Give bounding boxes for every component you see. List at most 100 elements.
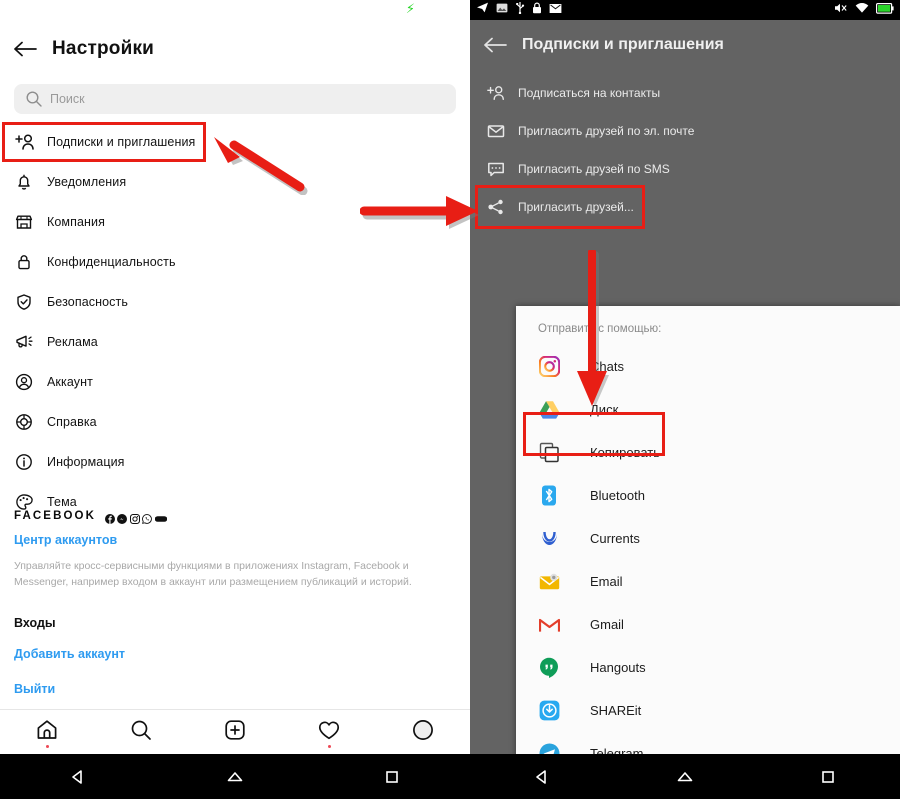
recents-square-icon[interactable] bbox=[757, 768, 900, 786]
sidebar-item-label: Конфиденциальность bbox=[47, 255, 176, 269]
share-item-label: SHAREit bbox=[590, 703, 642, 718]
share-item-gmail[interactable]: Gmail bbox=[516, 603, 900, 646]
sidebar-item-info[interactable]: Информация bbox=[0, 442, 470, 482]
sidebar-item-privacy[interactable]: Конфиденциальность bbox=[0, 242, 470, 282]
share-item-email[interactable]: Email bbox=[516, 560, 900, 603]
logout-link[interactable]: Выйти bbox=[14, 682, 454, 696]
add-person-icon bbox=[486, 83, 510, 103]
gmail-icon bbox=[538, 614, 560, 636]
share-item-currents[interactable]: Currents bbox=[516, 517, 900, 560]
home-badge-dot bbox=[45, 745, 49, 748]
page-title: Настройки bbox=[52, 38, 155, 59]
share-sheet-title: Отправить с помощью: bbox=[538, 323, 662, 335]
info-icon bbox=[14, 451, 40, 473]
accounts-center-link[interactable]: Центр аккаунтов bbox=[14, 533, 454, 547]
share-sheet-dialog: Отправить с помощью: Chats Диск Копирова… bbox=[516, 306, 900, 758]
store-icon bbox=[14, 211, 40, 233]
back-arrow-icon[interactable] bbox=[0, 41, 52, 57]
share-item-shareit[interactable]: SHAREit bbox=[516, 689, 900, 732]
menu-item-invite-friends-share[interactable]: Пригласить друзей... bbox=[470, 188, 900, 226]
share-item-label: Chats bbox=[590, 359, 624, 374]
share-item-copy[interactable]: Копировать bbox=[516, 431, 900, 474]
sidebar-item-company[interactable]: Компания bbox=[0, 202, 470, 242]
share-item-label: Gmail bbox=[590, 617, 624, 632]
right-header: Подписки и приглашения bbox=[470, 20, 900, 70]
page-title: Подписки и приглашения bbox=[522, 36, 724, 53]
back-triangle-icon[interactable] bbox=[0, 768, 157, 786]
nav-create-button[interactable] bbox=[188, 710, 282, 754]
heart-icon bbox=[317, 718, 341, 747]
email-icon bbox=[538, 571, 560, 593]
share-item-label: Currents bbox=[590, 531, 640, 546]
account-circle-icon bbox=[14, 371, 40, 393]
left-header: Настройки bbox=[0, 22, 470, 76]
bolt-icon: ⚡ bbox=[405, 1, 415, 16]
sidebar-item-notifications[interactable]: Уведомления bbox=[0, 162, 470, 202]
lifebuoy-icon bbox=[14, 411, 40, 433]
sidebar-item-account[interactable]: Аккаунт bbox=[0, 362, 470, 402]
nav-activity-button[interactable] bbox=[282, 710, 376, 754]
nav-home-button[interactable] bbox=[0, 710, 94, 754]
oculus-icon bbox=[154, 511, 168, 522]
home-pentagon-icon[interactable] bbox=[157, 768, 314, 786]
menu-item-label: Пригласить друзей... bbox=[518, 200, 634, 214]
instagram-icon bbox=[538, 356, 560, 378]
add-account-link[interactable]: Добавить аккаунт bbox=[14, 647, 454, 661]
copy-icon bbox=[538, 442, 560, 464]
home-icon bbox=[35, 718, 59, 747]
back-triangle-icon[interactable] bbox=[470, 768, 613, 786]
back-arrow-icon[interactable] bbox=[470, 37, 522, 53]
menu-item-label: Пригласить друзей по эл. почте bbox=[518, 124, 695, 138]
home-pentagon-icon[interactable] bbox=[613, 768, 756, 786]
lock-icon bbox=[14, 251, 40, 273]
menu-item-label: Пригласить друзей по SMS bbox=[518, 162, 670, 176]
sidebar-item-security[interactable]: Безопасность bbox=[0, 282, 470, 322]
search-placeholder: Поиск bbox=[50, 92, 85, 106]
megaphone-icon bbox=[14, 331, 40, 353]
menu-item-invite-email[interactable]: Пригласить друзей по эл. почте bbox=[470, 112, 900, 150]
share-icon bbox=[486, 197, 510, 217]
whatsapp-icon bbox=[142, 511, 153, 524]
share-item-drive[interactable]: Диск bbox=[516, 388, 900, 431]
menu-item-label: Подписаться на контакты bbox=[518, 86, 661, 100]
facebook-heading: FACEBOOK bbox=[14, 510, 96, 522]
shareit-icon bbox=[538, 700, 560, 722]
search-field[interactable]: Поиск bbox=[14, 84, 456, 114]
sidebar-item-label: Справка bbox=[47, 415, 97, 429]
sms-bubble-icon bbox=[486, 159, 510, 179]
hangouts-icon bbox=[538, 657, 560, 679]
sidebar-item-label: Уведомления bbox=[47, 175, 127, 189]
left-status-bar: ⚡ bbox=[0, 0, 470, 22]
currents-icon bbox=[538, 528, 560, 550]
share-item-bluetooth[interactable]: Bluetooth bbox=[516, 474, 900, 517]
share-item-label: Email bbox=[590, 574, 623, 589]
right-status-bar bbox=[470, 0, 900, 20]
share-item-hangouts[interactable]: Hangouts bbox=[516, 646, 900, 689]
sidebar-item-label: Аккаунт bbox=[47, 375, 93, 389]
nav-search-button[interactable] bbox=[94, 710, 188, 754]
facebook-description: Управляйте кросс-сервисными функциями в … bbox=[14, 560, 412, 588]
recents-square-icon[interactable] bbox=[313, 768, 470, 786]
menu-item-invite-sms[interactable]: Пригласить друзей по SMS bbox=[470, 150, 900, 188]
sidebar-item-label: Компания bbox=[47, 215, 106, 229]
envelope-icon bbox=[486, 121, 510, 141]
bluetooth-icon bbox=[538, 485, 560, 507]
sidebar-item-help[interactable]: Справка bbox=[0, 402, 470, 442]
mail-icon bbox=[549, 1, 562, 19]
sidebar-item-label: Безопасность bbox=[47, 295, 128, 309]
menu-item-follow-contacts[interactable]: Подписаться на контакты bbox=[470, 74, 900, 112]
nav-profile-button[interactable] bbox=[376, 710, 470, 754]
battery-icon bbox=[876, 1, 894, 19]
facebook-section: FACEBOOK Центр аккаунтов Управляйте крос… bbox=[14, 510, 454, 696]
logins-heading: Входы bbox=[14, 616, 56, 630]
shield-check-icon bbox=[14, 291, 40, 313]
sidebar-item-label: Реклама bbox=[47, 335, 98, 349]
sidebar-item-subscriptions[interactable]: Подписки и приглашения bbox=[0, 122, 470, 162]
share-item-chats[interactable]: Chats bbox=[516, 345, 900, 388]
right-phone-screen: Подписки и приглашения Подписаться на ко… bbox=[470, 0, 900, 799]
share-item-label: Hangouts bbox=[590, 660, 646, 675]
sidebar-item-ads[interactable]: Реклама bbox=[0, 322, 470, 362]
usb-icon bbox=[515, 1, 525, 19]
facebook-icon bbox=[104, 511, 115, 524]
plus-box-icon bbox=[223, 718, 247, 747]
